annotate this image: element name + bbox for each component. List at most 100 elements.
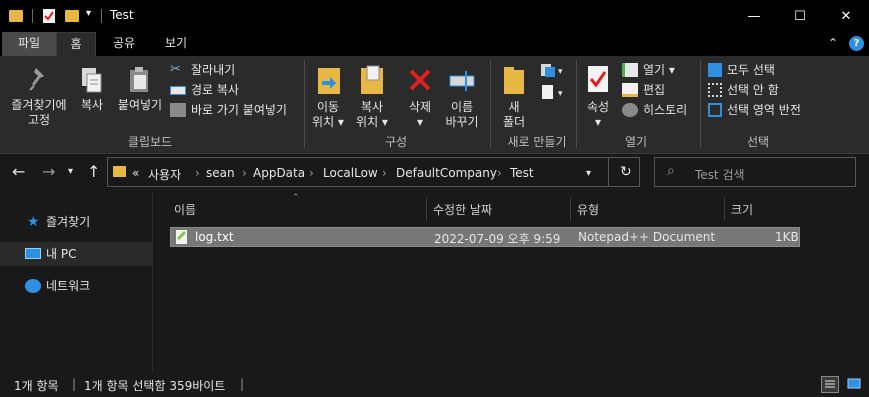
pin-to-quick-access-button[interactable]: 즐겨찾기에 고정 — [6, 62, 72, 128]
column-divider[interactable] — [426, 197, 427, 221]
refresh-icon[interactable]: ↻ — [620, 164, 632, 180]
rename-icon — [449, 71, 475, 91]
ribbon: 즐겨찾기에 고정 복사 붙여넣기 ✂ 잘라내기 경로 복사 바로 가기 붙여넣기 … — [0, 56, 869, 154]
breadcrumb-appdata[interactable]: AppData — [253, 166, 305, 180]
select-all-button[interactable]: 모두 선택 — [708, 60, 818, 80]
move-to-button[interactable]: 이동 위치 ▾ — [310, 62, 346, 132]
invert-selection-button[interactable]: 선택 영역 반전 — [708, 100, 818, 120]
sidebar-item-label: 내 PC — [46, 247, 77, 261]
maximize-button[interactable]: ☐ — [777, 0, 823, 32]
divider — [608, 158, 609, 186]
breadcrumb-separator-icon[interactable]: › — [242, 166, 247, 180]
paste-shortcut-button[interactable]: 바로 가기 붙여넣기 — [170, 100, 300, 120]
copy-path-icon — [170, 85, 186, 95]
select-group-label: 선택 — [746, 135, 770, 149]
large-icons-view-button[interactable] — [846, 376, 864, 393]
new-group-label: 새로 만들기 — [507, 135, 567, 149]
folder-icon — [9, 10, 23, 22]
breadcrumb-locallow[interactable]: LocalLow — [323, 166, 378, 180]
properties-quick-icon[interactable] — [41, 8, 57, 24]
breadcrumb-separator-icon[interactable]: › — [382, 166, 387, 180]
minimize-button[interactable]: — — [731, 0, 777, 32]
back-arrow-icon[interactable]: ← — [12, 162, 25, 181]
help-icon[interactable]: ? — [849, 36, 864, 51]
paste-button[interactable]: 붙여넣기 — [114, 62, 166, 128]
file-row[interactable]: log.txt 2022-07-09 오후 9:59 Notepad++ Doc… — [170, 227, 800, 247]
tab-file[interactable]: 파일 — [2, 32, 56, 56]
history-button[interactable]: 히스토리 — [622, 100, 702, 120]
overflow-chevron[interactable]: « — [132, 166, 139, 180]
network-icon — [25, 279, 41, 293]
sidebar-item-label: 네트워크 — [46, 279, 91, 293]
file-name: log.txt — [195, 230, 234, 244]
svg-text:▾: ▾ — [558, 67, 563, 77]
sidebar-item-this-pc[interactable]: 내 PC — [0, 242, 152, 266]
sidebar-item-network[interactable]: 네트워크 — [0, 274, 152, 298]
close-button[interactable]: ✕ — [823, 0, 869, 32]
details-view-button[interactable] — [821, 376, 839, 393]
open-button[interactable]: 열기 ▾ — [622, 60, 702, 80]
tab-home[interactable]: 홈 — [56, 32, 96, 56]
open-group-label: 열기 — [624, 135, 648, 149]
column-header-size[interactable]: 크기 — [731, 201, 753, 218]
group-separator — [490, 60, 491, 148]
separator — [32, 9, 33, 23]
new-folder-label: 새 폴더 — [502, 100, 526, 129]
copy-button[interactable]: 복사 — [74, 62, 110, 128]
tab-share[interactable]: 공유 — [100, 32, 148, 56]
title-bar: ▾ Test — ☐ ✕ — [0, 0, 869, 32]
select-none-button[interactable]: 선택 안 함 — [708, 80, 818, 100]
new-item-button[interactable]: ▾ — [540, 62, 566, 82]
new-folder-icon — [504, 67, 524, 94]
scissors-icon: ✂ — [170, 62, 181, 77]
rename-button[interactable]: 이름 바꾸기 — [442, 62, 482, 132]
search-input[interactable]: ⌕ Test 검색 — [654, 157, 856, 187]
address-history-chevron-icon[interactable]: ▾ — [586, 168, 591, 179]
item-count: 1개 항목 — [14, 379, 59, 393]
breadcrumb-defaultcompany[interactable]: DefaultCompany — [396, 166, 497, 180]
separator — [101, 9, 102, 23]
paste-shortcut-icon — [170, 103, 186, 117]
breadcrumb-users[interactable]: 사용자 — [148, 166, 181, 183]
address-bar[interactable]: « 사용자 › sean › AppData › LocalLow › Defa… — [107, 157, 640, 187]
sidebar-item-quick-access[interactable]: ★ 즐겨찾기 — [0, 210, 152, 234]
copy-to-button[interactable]: 복사 위치 ▾ — [352, 62, 392, 132]
collapse-ribbon-icon[interactable]: ⌃ — [828, 36, 838, 50]
search-icon: ⌕ — [667, 163, 675, 179]
sort-ascending-icon: ⌃ — [292, 193, 300, 203]
group-separator — [576, 60, 577, 148]
copy-path-button[interactable]: 경로 복사 — [170, 80, 300, 100]
cut-label: 잘라내기 — [191, 63, 236, 77]
breadcrumb-separator-icon[interactable]: › — [497, 166, 502, 180]
copy-to-icon — [361, 65, 383, 94]
breadcrumb-sean[interactable]: sean — [206, 166, 235, 180]
breadcrumb-test[interactable]: Test — [510, 166, 534, 180]
cut-button[interactable]: ✂ 잘라내기 — [170, 60, 300, 80]
breadcrumb-separator-icon[interactable]: › — [195, 166, 200, 180]
properties-button[interactable]: 속성 ▾ — [580, 62, 616, 132]
computer-icon — [25, 248, 41, 259]
column-header-name[interactable]: 이름 — [174, 201, 196, 218]
rename-label: 이름 바꾸기 — [445, 100, 479, 129]
column-divider[interactable] — [724, 197, 725, 221]
status-separator: | — [240, 377, 245, 391]
forward-arrow-icon[interactable]: → — [42, 162, 55, 181]
recent-locations-chevron-icon[interactable]: ▾ — [68, 166, 73, 177]
delete-button[interactable]: 삭제 ▾ — [400, 62, 440, 132]
select-none-label: 선택 안 함 — [727, 83, 779, 97]
easy-access-button[interactable]: ▾ — [540, 84, 566, 104]
column-header-type[interactable]: 유형 — [577, 201, 599, 218]
ribbon-tabs: 파일 홈 공유 보기 ⌃ ? — [0, 32, 869, 56]
select-none-icon — [708, 83, 722, 97]
edit-button[interactable]: 편집 — [622, 80, 702, 100]
up-arrow-icon[interactable]: ↑ — [87, 162, 100, 181]
new-folder-button[interactable]: 새 폴더 — [496, 62, 532, 132]
breadcrumb-separator-icon[interactable]: › — [309, 166, 314, 180]
new-folder-quick-icon[interactable] — [65, 10, 79, 22]
column-divider[interactable] — [570, 197, 571, 221]
quick-access-dropdown-icon[interactable]: ▾ — [86, 8, 91, 19]
tab-view[interactable]: 보기 — [152, 32, 200, 56]
organize-group-label: 구성 — [384, 135, 408, 149]
column-header-date[interactable]: 수정한 날짜 — [433, 201, 492, 218]
pane-divider[interactable] — [152, 192, 153, 372]
